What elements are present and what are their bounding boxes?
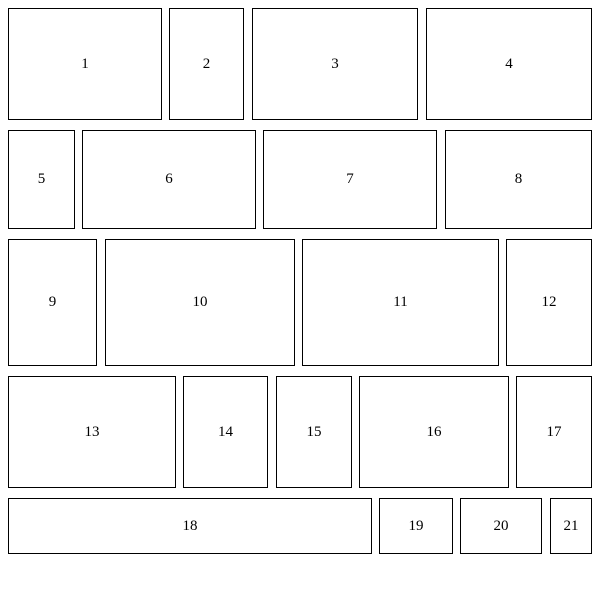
box-21: 21 — [550, 498, 592, 554]
box-13: 13 — [8, 376, 176, 488]
box-19-label: 19 — [408, 517, 424, 534]
box-16-label: 16 — [426, 423, 442, 440]
box-13-label: 13 — [84, 423, 100, 440]
box-15: 15 — [276, 376, 352, 488]
box-2: 2 — [169, 8, 244, 120]
box-12: 12 — [506, 239, 592, 366]
box-5-label: 5 — [37, 171, 46, 187]
box-20: 20 — [460, 498, 542, 554]
box-12-label: 12 — [541, 294, 557, 310]
box-8: 8 — [445, 130, 592, 229]
box-15-label: 15 — [306, 423, 322, 440]
box-10: 10 — [105, 239, 295, 366]
box-14-label: 14 — [218, 423, 233, 440]
box-6: 6 — [82, 130, 256, 229]
box-4: 4 — [426, 8, 592, 120]
box-17-label: 17 — [546, 423, 562, 440]
box-4-label: 4 — [505, 55, 513, 72]
box-20-label: 20 — [493, 517, 509, 534]
box-1-label: 1 — [81, 55, 89, 72]
box-21-label: 21 — [563, 517, 579, 534]
box-6-label: 6 — [165, 171, 173, 187]
box-11: 11 — [302, 239, 499, 366]
box-1: 1 — [8, 8, 162, 120]
box-16: 16 — [359, 376, 509, 488]
box-17: 17 — [516, 376, 592, 488]
box-7: 7 — [263, 130, 437, 229]
box-7-label: 7 — [346, 171, 354, 187]
box-14: 14 — [183, 376, 268, 488]
box-18-label: 18 — [182, 517, 198, 534]
box-10-label: 10 — [192, 294, 208, 310]
box-3-label: 3 — [331, 55, 339, 72]
box-2-label: 2 — [202, 55, 211, 72]
box-9: 9 — [8, 239, 97, 366]
box-11-label: 11 — [393, 294, 408, 310]
box-8-label: 8 — [514, 171, 523, 187]
box-19: 19 — [379, 498, 453, 554]
box-5: 5 — [8, 130, 75, 229]
box-3: 3 — [252, 8, 418, 120]
box-18: 18 — [8, 498, 372, 554]
box-9-label: 9 — [48, 294, 57, 310]
